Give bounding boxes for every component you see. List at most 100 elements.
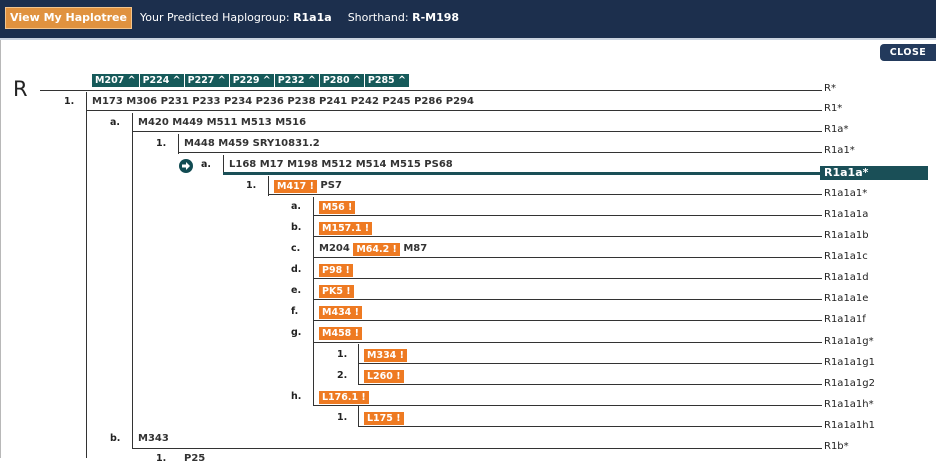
branch-index: 1. (246, 180, 257, 191)
branch-line (40, 90, 822, 91)
branch-snps: P25 (184, 453, 206, 464)
snp-tag[interactable]: L176.1 ! (319, 391, 369, 404)
branch-snps: M334 ! (364, 349, 407, 362)
branch-index: f. (291, 306, 299, 317)
branch-index: a. (291, 201, 302, 212)
branch-line (313, 320, 822, 321)
node-label[interactable]: R* (824, 82, 836, 96)
node-label[interactable]: R1a1a1h1 (824, 419, 875, 433)
view-my-haplotree-button[interactable]: View My Haplotree (5, 7, 132, 29)
node-label[interactable]: R1a1a1a (824, 208, 868, 222)
branch-snps: M343 (138, 433, 169, 444)
snp-tag[interactable]: P285 ^ (364, 74, 409, 87)
snp-tag[interactable]: P280 ^ (319, 74, 364, 87)
node-label[interactable]: R1a1a1b (824, 229, 869, 243)
branch-line (358, 363, 822, 364)
top-bar: View My Haplotree Your Predicted Haplogr… (0, 0, 936, 38)
connector (313, 197, 314, 406)
snp-text: M204 (319, 243, 350, 254)
snp-tag[interactable]: P227 ^ (184, 74, 229, 87)
branch-index: c. (291, 243, 301, 254)
header-divider (0, 38, 936, 40)
node-label[interactable]: R1a1a1e (824, 292, 868, 306)
connector (86, 92, 87, 458)
branch-line (313, 215, 822, 216)
branch-index: g. (291, 327, 302, 338)
branch-index: e. (291, 285, 302, 296)
snp-tag[interactable]: M417 ! (274, 180, 317, 193)
snp-tag[interactable]: L175 ! (364, 412, 404, 425)
branch-line (313, 236, 822, 237)
node-label[interactable]: R1a1a1c (824, 250, 868, 264)
snp-tag[interactable]: P232 ^ (274, 74, 319, 87)
branch-index: a. (110, 117, 121, 128)
node-label[interactable]: R1a1a1g1 (824, 356, 875, 370)
predicted-label: Your Predicted Haplogroup: (140, 11, 290, 24)
node-label[interactable]: R1b* (824, 440, 849, 454)
snp-tag[interactable]: PK5 ! (319, 285, 354, 298)
branch-snps: P98 ! (319, 264, 353, 277)
branch-line-highlighted (223, 172, 823, 175)
selected-node-label[interactable]: R1a1a* (820, 166, 928, 180)
branch-snps: M420 M449 M511 M513 M516 (138, 117, 307, 128)
snp-tag[interactable]: M56 ! (319, 201, 356, 214)
branch-line (358, 384, 822, 385)
branch-index: b. (291, 222, 302, 233)
snp-tag[interactable]: M434 ! (319, 306, 362, 319)
branch-line (86, 110, 822, 111)
node-label[interactable]: R1a1a1g2 (824, 377, 875, 391)
branch-snps: PK5 ! (319, 285, 354, 298)
node-label[interactable]: R1a1a1* (824, 187, 867, 201)
connector (358, 406, 359, 427)
connector (178, 134, 179, 154)
snp-tag[interactable]: L260 ! (364, 370, 404, 383)
branch-line (313, 257, 822, 258)
node-label[interactable]: R1a1a1h* (824, 398, 874, 412)
shorthand-value: R-M198 (412, 11, 460, 24)
branch-line (313, 405, 822, 406)
snp-tag[interactable]: P224 ^ (139, 74, 184, 87)
node-label[interactable]: R1a* (824, 123, 848, 137)
predicted-value: R1a1a (293, 11, 332, 24)
branch-snps: M157.1 ! (319, 222, 373, 235)
node-label[interactable]: R1a1a1d (824, 271, 869, 285)
snp-text: PS7 (320, 180, 342, 191)
node-label[interactable]: R1a1a1g* (824, 335, 874, 349)
branch-index: b. (110, 433, 121, 444)
branch-index: 2. (337, 370, 348, 381)
snp-tag[interactable]: P229 ^ (229, 74, 274, 87)
branch-line (313, 278, 822, 279)
node-label[interactable]: R1a1* (824, 144, 855, 158)
arrow-right-icon (179, 159, 193, 173)
snp-text: M87 (403, 243, 428, 254)
branch-line (313, 299, 822, 300)
branch-line (132, 131, 822, 132)
branch-snps: L176.1 ! (319, 391, 369, 404)
branch-index: 1. (156, 138, 167, 149)
branch-snps: M448 M459 SRY10831.2 (184, 138, 320, 149)
snp-tag[interactable]: M64.2 ! (353, 243, 400, 256)
connector (132, 113, 133, 449)
branch-index: d. (291, 264, 302, 275)
node-label[interactable]: R1a1a1f (824, 313, 866, 327)
snp-tag[interactable]: M157.1 ! (319, 222, 373, 235)
snp-tag[interactable]: M334 ! (364, 349, 407, 362)
node-label[interactable]: R1* (824, 102, 842, 116)
branch-snps: M204 M64.2 ! M87 (319, 243, 427, 256)
branch-index: a. (201, 159, 212, 170)
branch-snps: M417 ! PS7 (274, 180, 342, 193)
snp-tag[interactable]: M458 ! (319, 327, 362, 340)
branch-snps: M434 ! (319, 306, 362, 319)
snp-tag[interactable]: P98 ! (319, 264, 353, 277)
branch-snps: M173 M306 P231 P233 P234 P236 P238 P241 … (92, 96, 474, 107)
branch-index: 1. (337, 349, 348, 360)
branch-index: h. (291, 391, 302, 402)
branch-line (313, 342, 822, 343)
branch-line (178, 152, 822, 153)
shorthand-label: Shorthand: (347, 11, 409, 24)
branch-snps: L168 M17 M198 M512 M514 M515 PS68 (229, 159, 453, 170)
root-snp-tags: M207 ^ P224 ^ P227 ^ P229 ^ P232 ^ P280 ^ P285… (92, 74, 410, 87)
close-button[interactable]: CLOSE (880, 44, 936, 61)
branch-line (132, 448, 822, 449)
snp-tag[interactable]: M207 ^ (92, 74, 139, 87)
